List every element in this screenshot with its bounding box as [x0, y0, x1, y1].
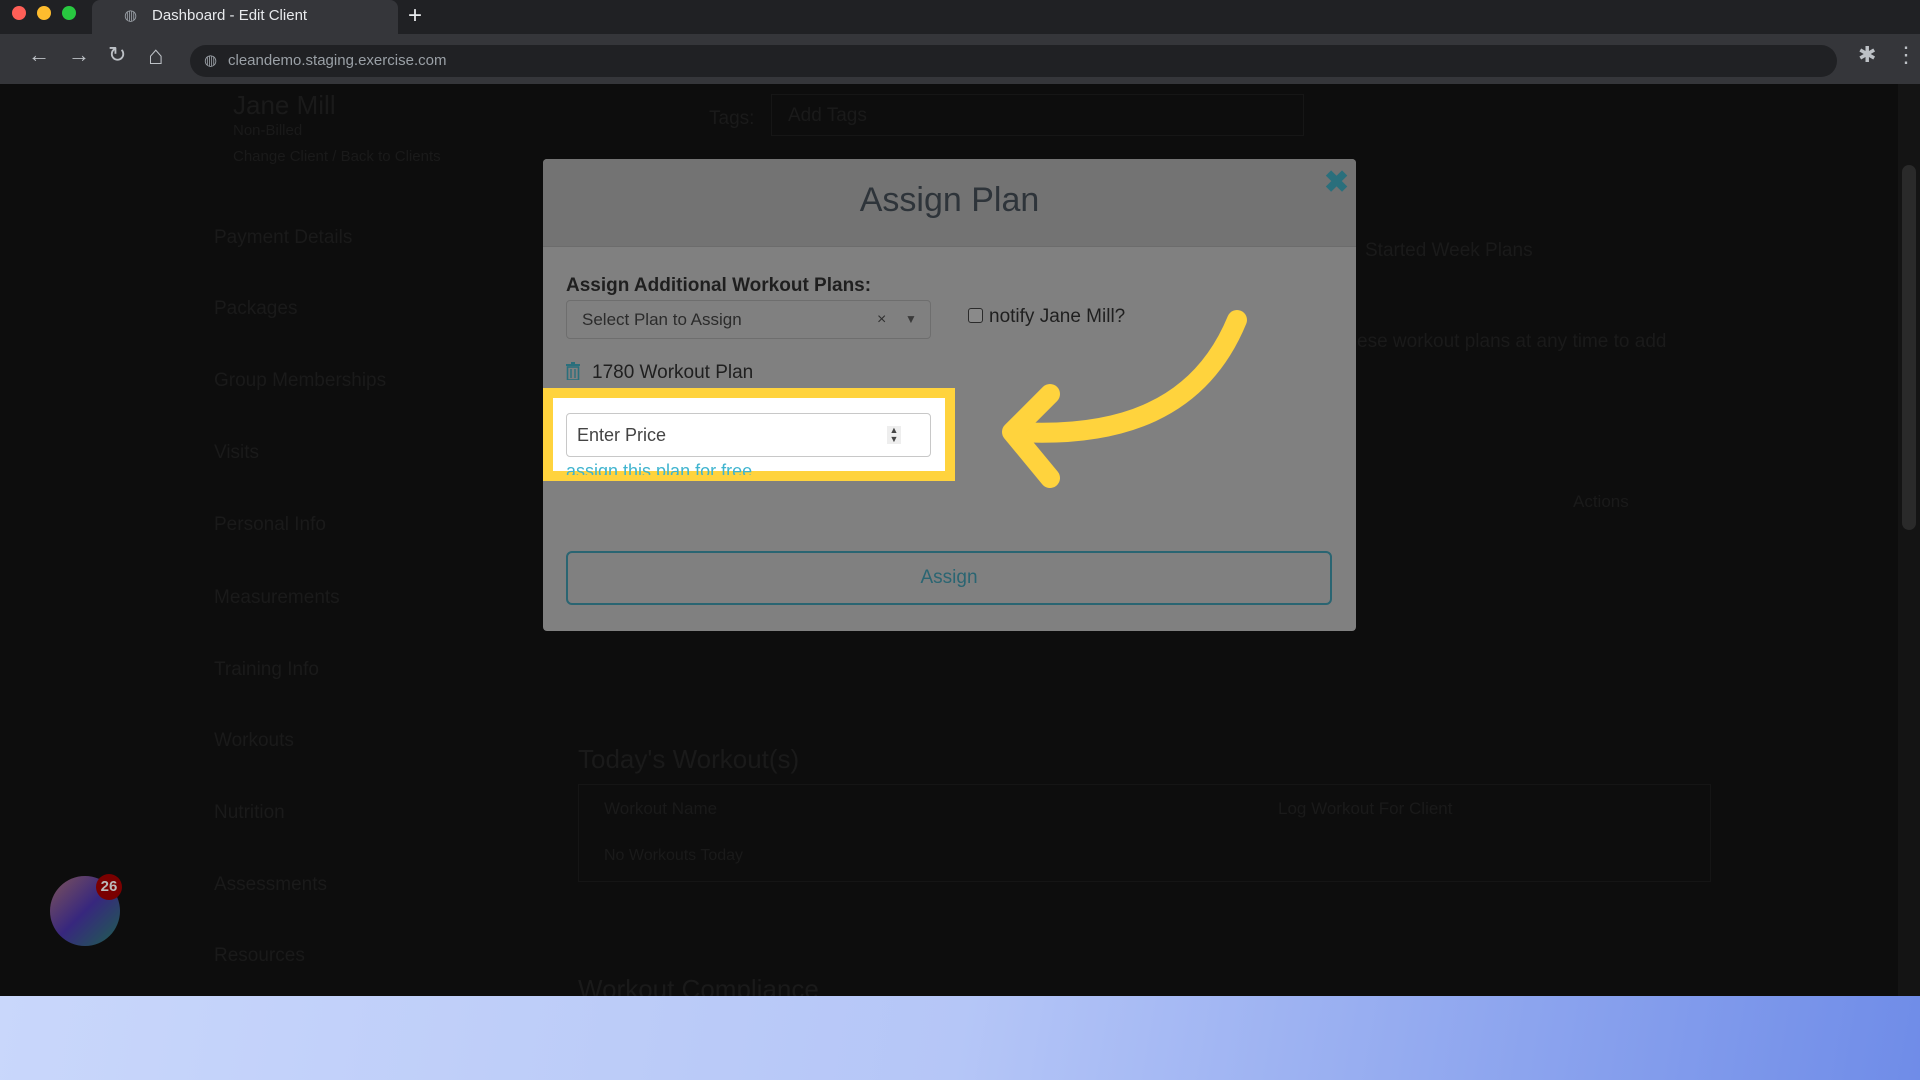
client-name: Jane Mill: [233, 90, 336, 120]
assign-free-link[interactable]: assign this plan for free: [566, 461, 752, 475]
actions-header: Actions: [1573, 492, 1629, 511]
back-icon[interactable]: ←: [28, 42, 50, 68]
sidebar-item[interactable]: Workouts: [214, 730, 294, 752]
tags-input[interactable]: Add Tags: [771, 94, 1304, 136]
client-status: Non-Billed: [233, 122, 303, 139]
sidebar-item[interactable]: Nutrition: [214, 802, 285, 824]
address-bar[interactable]: ◍ cleandemo.staging.exercise.com: [190, 45, 1837, 77]
site-info-icon: ◍: [204, 52, 218, 69]
sidebar-item[interactable]: Training Info: [214, 659, 319, 681]
sidebar-item[interactable]: Packages: [214, 298, 297, 320]
number-spinner[interactable]: ▲ ▼: [887, 426, 901, 444]
sidebar-item[interactable]: Visits: [214, 442, 259, 464]
sidebar-item[interactable]: Measurements: [214, 587, 340, 609]
plans-hint: ese workout plans at any time to add: [1357, 331, 1667, 352]
workout-compliance-title: Workout Compliance: [578, 974, 819, 996]
close-window-button[interactable]: [12, 6, 26, 20]
maximize-window-button[interactable]: [62, 6, 76, 20]
menu-icon[interactable]: ⋮: [1895, 42, 1917, 68]
sidebar-item[interactable]: Assessments: [214, 874, 327, 896]
notify-checkbox[interactable]: [968, 308, 983, 323]
tab-title: Dashboard - Edit Client: [152, 7, 308, 24]
notify-label: notify Jane Mill?: [989, 306, 1126, 327]
globe-icon: ◍: [124, 7, 138, 24]
sidebar-item[interactable]: Personal Info: [214, 514, 326, 536]
extensions-icon[interactable]: ✱: [1858, 42, 1876, 68]
price-placeholder: Enter Price: [577, 425, 667, 445]
modal-title: Assign Plan: [859, 181, 1040, 219]
todays-workouts-table: [578, 784, 1711, 882]
assign-plans-label: Assign Additional Workout Plans:: [566, 275, 872, 296]
change-client-link[interactable]: Change Client / Back to Clients: [233, 148, 441, 165]
assign-button[interactable]: Assign: [566, 551, 1332, 605]
notification-badge: 26: [96, 874, 122, 900]
todays-workouts-title: Today's Workout(s): [578, 744, 800, 774]
plan-select[interactable]: Select Plan to Assign × ▼: [566, 300, 931, 339]
browser-tab[interactable]: ◍ Dashboard - Edit Client: [92, 0, 398, 34]
reload-icon[interactable]: ↻: [108, 42, 126, 68]
forward-icon[interactable]: →: [68, 42, 90, 68]
assigned-plan-name: 1780 Workout Plan: [592, 362, 754, 383]
home-icon[interactable]: ⌂: [148, 40, 164, 71]
desktop-background: [0, 996, 1920, 1080]
trash-icon[interactable]: [566, 362, 580, 385]
close-icon[interactable]: ✖: [1324, 165, 1349, 200]
url-text: cleandemo.staging.exercise.com: [228, 52, 447, 69]
chevron-down-icon[interactable]: ▼: [905, 301, 917, 338]
started-week-plans: Started Week Plans: [1365, 240, 1533, 261]
new-tab-button[interactable]: +: [408, 2, 422, 30]
no-workouts: No Workouts Today: [604, 847, 744, 864]
scrollbar-thumb[interactable]: [1902, 165, 1916, 530]
plan-select-placeholder: Select Plan to Assign: [582, 310, 742, 329]
clear-icon[interactable]: ×: [877, 301, 886, 338]
sidebar-item[interactable]: Group Memberships: [214, 370, 386, 392]
browser-tab-bar: ◍ Dashboard - Edit Client +: [0, 0, 1920, 34]
price-input[interactable]: Enter Price ▲ ▼: [566, 413, 931, 457]
sidebar-item[interactable]: Payment Details: [214, 227, 352, 249]
tags-label: Tags:: [709, 108, 755, 129]
sidebar-item[interactable]: Resources: [214, 945, 305, 967]
col-log-workout: Log Workout For Client: [1278, 799, 1453, 818]
col-workout-name: Workout Name: [604, 799, 718, 818]
minimize-window-button[interactable]: [37, 6, 51, 20]
assign-plan-modal: Assign Plan ✖ Assign Additional Workout …: [543, 159, 1356, 631]
